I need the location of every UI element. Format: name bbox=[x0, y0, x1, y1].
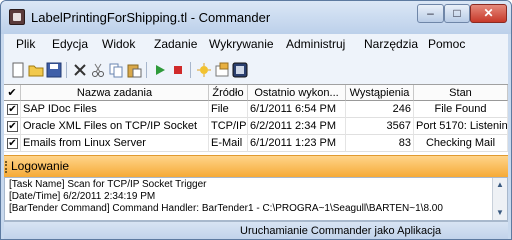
window-title: LabelPrintingForShipping.tl - Commander bbox=[31, 10, 271, 25]
log-panel-header[interactable]: Logowanie bbox=[4, 155, 508, 179]
menu-pomoc[interactable]: Pomoc bbox=[428, 37, 465, 51]
bartender-icon[interactable] bbox=[232, 62, 248, 78]
panel-grip-icon[interactable] bbox=[5, 161, 10, 173]
col-header-task-name[interactable]: Nazwa zadania bbox=[21, 85, 209, 101]
status-bar: Uruchamianie Commander jako Aplikacja bbox=[4, 221, 508, 239]
task-count: 3567 bbox=[346, 118, 414, 135]
properties-icon[interactable] bbox=[214, 62, 230, 78]
task-enabled-checkbox[interactable]: ✔ bbox=[7, 104, 18, 115]
app-window: LabelPrintingForShipping.tl - Commander … bbox=[0, 0, 512, 240]
table-row[interactable]: ✔ Oracle XML Files on TCP/IP Socket TCP/… bbox=[4, 118, 508, 135]
log-panel-title: Logowanie bbox=[11, 159, 70, 173]
task-enabled-checkbox[interactable]: ✔ bbox=[7, 138, 18, 149]
menu-zadanie[interactable]: Zadanie bbox=[154, 37, 197, 51]
col-header-last-run[interactable]: Ostatnio wykon... bbox=[248, 85, 346, 101]
task-status: Checking Mail bbox=[414, 135, 508, 152]
close-button[interactable]: ✕ bbox=[470, 4, 507, 23]
log-panel[interactable]: [Task Name] Scan for TCP/IP Socket Trigg… bbox=[4, 177, 508, 221]
log-line: [Task Name] Scan for TCP/IP Socket Trigg… bbox=[9, 179, 207, 190]
col-header-enabled[interactable]: ✔ bbox=[4, 85, 21, 101]
status-text: Uruchamianie Commander jako Aplikacja bbox=[240, 225, 442, 237]
cut-icon[interactable] bbox=[90, 62, 106, 78]
task-name: Oracle XML Files on TCP/IP Socket bbox=[21, 118, 209, 135]
save-icon[interactable] bbox=[46, 62, 62, 78]
scroll-down-icon[interactable]: ▼ bbox=[495, 208, 505, 218]
log-line: [Date/Time] 6/2/2011 2:34:19 PM bbox=[9, 191, 156, 202]
task-name: SAP IDoc Files bbox=[21, 101, 209, 118]
task-source: File bbox=[209, 101, 248, 118]
task-status: File Found bbox=[414, 101, 508, 118]
open-folder-icon[interactable] bbox=[28, 62, 44, 78]
delete-icon[interactable] bbox=[72, 62, 88, 78]
col-header-status[interactable]: Stan bbox=[414, 85, 508, 101]
task-source: E-Mail bbox=[209, 135, 248, 152]
task-last-run: 6/1/2011 6:54 PM bbox=[248, 101, 346, 118]
paste-icon[interactable] bbox=[126, 62, 142, 78]
log-line: [BarTender Command] Command Handler: Bar… bbox=[9, 203, 443, 214]
start-icon[interactable] bbox=[152, 62, 168, 78]
menu-widok[interactable]: Widok bbox=[102, 37, 135, 51]
task-count: 83 bbox=[346, 135, 414, 152]
task-last-run: 6/1/2011 1:23 PM bbox=[248, 135, 346, 152]
title-bar[interactable]: LabelPrintingForShipping.tl - Commander … bbox=[1, 1, 511, 34]
task-source: TCP/IP bbox=[209, 118, 248, 135]
menu-wykrywanie[interactable]: Wykrywanie bbox=[209, 37, 274, 51]
menu-bar: Plik Edycja Widok Zadanie Wykrywanie Adm… bbox=[4, 34, 508, 56]
task-enabled-checkbox[interactable]: ✔ bbox=[7, 121, 18, 132]
menu-plik[interactable]: Plik bbox=[16, 37, 35, 51]
scroll-up-icon[interactable]: ▲ bbox=[495, 180, 505, 190]
copy-icon[interactable] bbox=[108, 62, 124, 78]
task-status: Port 5170: Listening. bbox=[414, 118, 508, 135]
toolbar bbox=[4, 56, 508, 84]
maximize-button[interactable]: □ bbox=[444, 4, 470, 23]
minimize-button[interactable]: – bbox=[417, 4, 444, 23]
col-header-source[interactable]: Źródło bbox=[209, 85, 248, 101]
menu-edycja[interactable]: Edycja bbox=[52, 37, 88, 51]
task-count: 246 bbox=[346, 101, 414, 118]
wizard-icon[interactable] bbox=[196, 62, 212, 78]
table-row[interactable]: ✔ Emails from Linux Server E-Mail 6/1/20… bbox=[4, 135, 508, 152]
log-scrollbar[interactable]: ▲ ▼ bbox=[492, 178, 507, 220]
task-name: Emails from Linux Server bbox=[21, 135, 209, 152]
commander-app-icon bbox=[9, 9, 25, 25]
table-row[interactable]: ✔ SAP IDoc Files File 6/1/2011 6:54 PM 2… bbox=[4, 101, 508, 118]
task-last-run: 6/2/2011 2:34 PM bbox=[248, 118, 346, 135]
new-document-icon[interactable] bbox=[10, 62, 26, 78]
menu-administruj[interactable]: Administruj bbox=[286, 37, 345, 51]
col-header-count[interactable]: Wystąpienia bbox=[346, 85, 414, 101]
stop-icon[interactable] bbox=[170, 62, 186, 78]
menu-narzedzia[interactable]: Narzędzia bbox=[364, 37, 418, 51]
task-table: ✔ Nazwa zadania Źródło Ostatnio wykon...… bbox=[4, 84, 508, 155]
